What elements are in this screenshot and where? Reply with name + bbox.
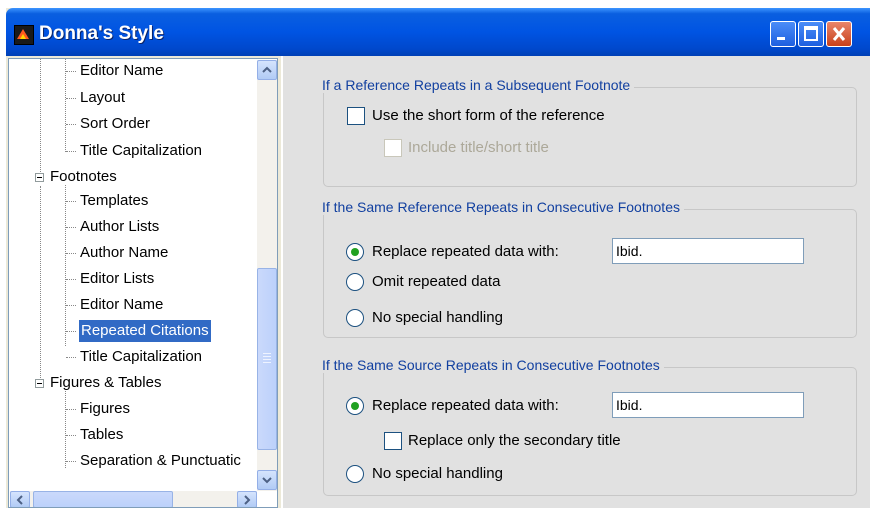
omit-repeated-label: Omit repeated data	[372, 273, 501, 290]
horizontal-scroll-thumb[interactable]	[33, 491, 173, 507]
style-tree[interactable]: Editor Name Layout Sort Order Title Capi…	[8, 58, 278, 508]
tree-item-figures[interactable]: Figures	[80, 398, 130, 420]
secondary-title-checkbox[interactable]	[384, 432, 402, 450]
vertical-scroll-thumb[interactable]	[257, 268, 277, 450]
replace-with-field[interactable]: Ibid.	[612, 238, 804, 264]
tree-item-title-capitalization[interactable]: Title Capitalization	[80, 346, 202, 368]
no-special-handling-label: No special handling	[372, 309, 503, 326]
group-title: If the Same Source Repeats in Consecutiv…	[322, 357, 664, 373]
group-consecutive-reference: If the Same Reference Repeats in Consecu…	[322, 199, 857, 338]
include-title-label: Include title/short title	[408, 139, 549, 156]
short-form-label: Use the short form of the reference	[372, 107, 605, 124]
chevron-up-icon	[262, 66, 272, 73]
replace-repeated-label: Replace repeated data with:	[372, 243, 559, 260]
short-form-checkbox[interactable]	[347, 107, 365, 125]
tree-item-layout[interactable]: Layout	[80, 87, 125, 109]
close-button[interactable]	[826, 21, 852, 47]
tree-item-author-lists[interactable]: Author Lists	[80, 216, 159, 238]
tree-item-repeated-citations[interactable]: Repeated Citations	[79, 320, 211, 342]
minimize-icon	[777, 37, 785, 40]
tree-item-author-name[interactable]: Author Name	[80, 242, 168, 264]
group-title: If a Reference Repeats in a Subsequent F…	[322, 77, 635, 93]
settings-panel: If a Reference Repeats in a Subsequent F…	[281, 56, 870, 508]
maximize-icon	[804, 26, 818, 41]
scroll-up-button[interactable]	[257, 60, 277, 80]
group-consecutive-source: If the Same Source Repeats in Consecutiv…	[322, 357, 857, 496]
secondary-title-label: Replace only the secondary title	[408, 432, 621, 449]
tree-item-separation-punctuation[interactable]: Separation & Punctuatic	[80, 450, 256, 472]
replace-repeated-source-label: Replace repeated data with:	[372, 397, 559, 414]
replace-repeated-source-radio[interactable]	[346, 397, 364, 415]
tree-item-editor-lists[interactable]: Editor Lists	[80, 268, 154, 290]
tree-vertical-scrollbar[interactable]	[257, 60, 277, 491]
replace-repeated-radio[interactable]	[346, 243, 364, 261]
chevron-right-icon	[244, 495, 251, 505]
style-window: Donna's Style Editor Name Layout Sort Or…	[6, 8, 870, 508]
scroll-left-button[interactable]	[10, 491, 30, 507]
tree-item-figures-tables[interactable]: Figures & Tables	[50, 372, 161, 394]
no-special-handling-radio[interactable]	[346, 309, 364, 327]
chevron-left-icon	[16, 495, 23, 505]
window-title: Donna's Style	[39, 23, 164, 44]
title-bar[interactable]: Donna's Style	[6, 8, 870, 56]
group-subsequent-footnote: If a Reference Repeats in a Subsequent F…	[322, 77, 857, 187]
tree-item-sort-order[interactable]: Sort Order	[80, 113, 150, 135]
maximize-button[interactable]	[798, 21, 824, 47]
include-title-checkbox[interactable]	[384, 139, 402, 157]
scroll-right-button[interactable]	[237, 491, 257, 507]
app-icon[interactable]	[14, 25, 34, 45]
scroll-down-button[interactable]	[257, 470, 277, 490]
no-special-handling-source-radio[interactable]	[346, 465, 364, 483]
minimize-button[interactable]	[770, 21, 796, 47]
replace-source-with-field[interactable]: Ibid.	[612, 392, 804, 418]
close-icon	[832, 27, 846, 41]
tree-item-editor-name[interactable]: Editor Name	[80, 294, 163, 316]
group-title: If the Same Reference Repeats in Consecu…	[322, 199, 684, 215]
collapse-figures-tables-icon[interactable]	[35, 379, 44, 388]
no-special-handling-source-label: No special handling	[372, 465, 503, 482]
tree-item-footnotes[interactable]: Footnotes	[50, 166, 117, 188]
tree-item-templates[interactable]: Templates	[80, 190, 148, 212]
collapse-footnotes-icon[interactable]	[35, 173, 44, 182]
tree-item-tables[interactable]: Tables	[80, 424, 123, 446]
tree-item-editor-name[interactable]: Editor Name	[80, 60, 163, 82]
omit-repeated-radio[interactable]	[346, 273, 364, 291]
tree-horizontal-scrollbar[interactable]	[10, 491, 257, 507]
tree-item-title-capitalization[interactable]: Title Capitalization	[80, 140, 202, 162]
chevron-down-icon	[262, 477, 272, 484]
